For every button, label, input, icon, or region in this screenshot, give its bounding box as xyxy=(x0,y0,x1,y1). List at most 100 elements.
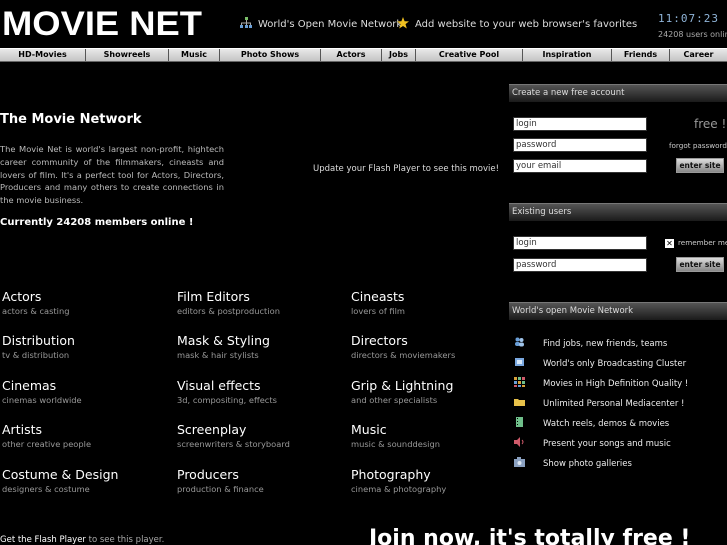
signup-login-input[interactable] xyxy=(513,117,647,131)
signup-enter-button[interactable]: enter site xyxy=(676,158,724,173)
nav-music[interactable]: Music xyxy=(169,49,220,61)
intro-text: The Movie Net is world's largest non-pro… xyxy=(0,144,224,206)
feature-item[interactable]: Watch reels, demos & movies xyxy=(514,417,669,429)
create-account-heading: Create a new free account xyxy=(509,84,727,102)
nav-friends[interactable]: Friends xyxy=(612,49,670,61)
category-subtitle: actors & casting xyxy=(2,306,70,316)
intro-title: The Movie Network xyxy=(0,112,142,127)
category-artists[interactable]: Artists other creative people xyxy=(2,422,91,449)
feature-item[interactable]: Find jobs, new friends, teams xyxy=(514,337,667,349)
world-network-label: World's Open Movie Network xyxy=(258,19,403,30)
broadcast-icon xyxy=(515,358,524,366)
nav-creative-pool[interactable]: Creative Pool xyxy=(416,49,523,61)
feature-item[interactable]: Movies in High Definition Quality ! xyxy=(514,377,688,389)
signup-email-input[interactable] xyxy=(513,159,647,173)
existing-login-input[interactable] xyxy=(513,236,647,250)
feature-label: Watch reels, demos & movies xyxy=(543,419,670,429)
category-title: Cineasts xyxy=(351,289,405,304)
feature-label: Unlimited Personal Mediacenter ! xyxy=(543,399,685,409)
add-favorites-link[interactable]: Add website to your web browser's favori… xyxy=(397,17,637,30)
nav-career[interactable]: Career xyxy=(670,49,727,61)
category-cinemas[interactable]: Cinemas cinemas worldwide xyxy=(2,378,82,405)
remember-me-label: remember me xyxy=(678,238,727,247)
get-flash-link[interactable]: Get the Flash Player xyxy=(0,535,86,545)
network-icon xyxy=(240,17,252,28)
category-subtitle: mask & hair stylists xyxy=(177,350,259,360)
feature-item[interactable]: Show photo galleries xyxy=(514,457,632,469)
nav-inspiration[interactable]: Inspiration xyxy=(523,49,612,61)
category-music[interactable]: Music music & sounddesign xyxy=(351,422,440,449)
category-subtitle: music & sounddesign xyxy=(351,439,440,449)
feature-item[interactable]: Present your songs and music xyxy=(514,437,671,449)
nav-hd-movies[interactable]: HD-Movies xyxy=(0,49,86,61)
category-subtitle: lovers of film xyxy=(351,306,406,316)
add-favorites-label: Add website to your web browser's favori… xyxy=(415,19,638,30)
category-title: Actors xyxy=(2,289,42,304)
category-title: Directors xyxy=(351,333,408,348)
world-network-link[interactable]: World's Open Movie Network xyxy=(240,17,402,30)
users-icon xyxy=(515,337,524,347)
features-heading: World's open Movie Network xyxy=(509,302,727,320)
category-costume-design[interactable]: Costume & Design designers & costume xyxy=(2,467,118,494)
category-screenplay[interactable]: Screenplay screenwriters & storyboard xyxy=(177,422,290,449)
category-subtitle: cinema & photography xyxy=(351,484,447,494)
category-film-editors[interactable]: Film Editors editors & postproduction xyxy=(177,289,280,316)
category-title: Distribution xyxy=(2,333,75,348)
logo-text: MOVIE NET xyxy=(2,6,202,40)
star-icon xyxy=(397,17,409,29)
checkbox-checked-icon: ✕ xyxy=(665,239,674,248)
category-subtitle: directors & moviemakers xyxy=(351,350,456,360)
join-now-banner[interactable]: Join now, it's totally free ! xyxy=(369,526,690,545)
get-flash-rest: to see this player. xyxy=(88,535,165,545)
category-directors[interactable]: Directors directors & moviemakers xyxy=(351,333,455,360)
feature-label: Present your songs and music xyxy=(543,439,671,449)
remember-me-checkbox[interactable]: ✕ remember me xyxy=(665,238,727,248)
category-title: Cinemas xyxy=(2,378,57,393)
category-cineasts[interactable]: Cineasts lovers of film xyxy=(351,289,405,316)
movie-net-logo[interactable]: MOVIE NET xyxy=(2,6,204,40)
main-nav: HD-Movies Showreels Music Photo Shows Ac… xyxy=(0,48,727,62)
category-subtitle: screenwriters & storyboard xyxy=(177,439,290,449)
category-title: Visual effects xyxy=(177,378,261,393)
existing-password-input[interactable] xyxy=(513,258,647,272)
existing-enter-button[interactable]: enter site xyxy=(676,257,724,272)
folder-icon xyxy=(514,399,525,406)
clock-display: 11:07:23 xyxy=(658,12,719,25)
film-icon xyxy=(516,417,523,427)
category-grip-lightning[interactable]: Grip & Lightning and other specialists xyxy=(351,378,453,405)
forgot-password-link[interactable]: forgot password xyxy=(669,141,727,150)
feature-label: World's only Broadcasting Cluster xyxy=(543,359,687,369)
category-title: Mask & Styling xyxy=(177,333,270,348)
speaker-icon xyxy=(514,437,524,447)
flash-player-message[interactable]: Update your Flash Player to see this mov… xyxy=(313,164,499,174)
category-producers[interactable]: Producers production & finance xyxy=(177,467,264,494)
category-mask-styling[interactable]: Mask & Styling mask & hair stylists xyxy=(177,333,270,360)
nav-jobs[interactable]: Jobs xyxy=(382,49,416,61)
nav-actors[interactable]: Actors xyxy=(321,49,382,61)
nav-photo-shows[interactable]: Photo Shows xyxy=(220,49,321,61)
feature-label: Movies in High Definition Quality ! xyxy=(543,379,689,389)
category-title: Artists xyxy=(2,422,42,437)
category-title: Screenplay xyxy=(177,422,247,437)
grid-icon xyxy=(514,377,525,387)
get-flash-player[interactable]: Get the Flash Player to see this player. xyxy=(0,535,164,545)
feature-item[interactable]: Unlimited Personal Mediacenter ! xyxy=(514,397,684,409)
category-photography[interactable]: Photography cinema & photography xyxy=(351,467,446,494)
category-subtitle: other creative people xyxy=(2,439,92,449)
free-label: free ! xyxy=(694,117,727,131)
nav-showreels[interactable]: Showreels xyxy=(86,49,169,61)
existing-users-heading: Existing users xyxy=(509,203,727,221)
category-distribution[interactable]: Distribution tv & distribution xyxy=(2,333,75,360)
signup-password-input[interactable] xyxy=(513,138,647,152)
category-actors[interactable]: Actors actors & casting xyxy=(2,289,70,316)
members-online: Currently 24208 members online ! xyxy=(0,217,194,228)
category-title: Grip & Lightning xyxy=(351,378,454,393)
category-subtitle: and other specialists xyxy=(351,395,438,405)
category-title: Photography xyxy=(351,467,431,482)
feature-label: Show photo galleries xyxy=(543,459,632,469)
category-subtitle: designers & costume xyxy=(2,484,90,494)
feature-item[interactable]: World's only Broadcasting Cluster xyxy=(514,357,686,369)
category-subtitle: tv & distribution xyxy=(2,350,70,360)
category-title: Costume & Design xyxy=(2,467,119,482)
category-visual-effects[interactable]: Visual effects 3d, compositing, effects xyxy=(177,378,277,405)
